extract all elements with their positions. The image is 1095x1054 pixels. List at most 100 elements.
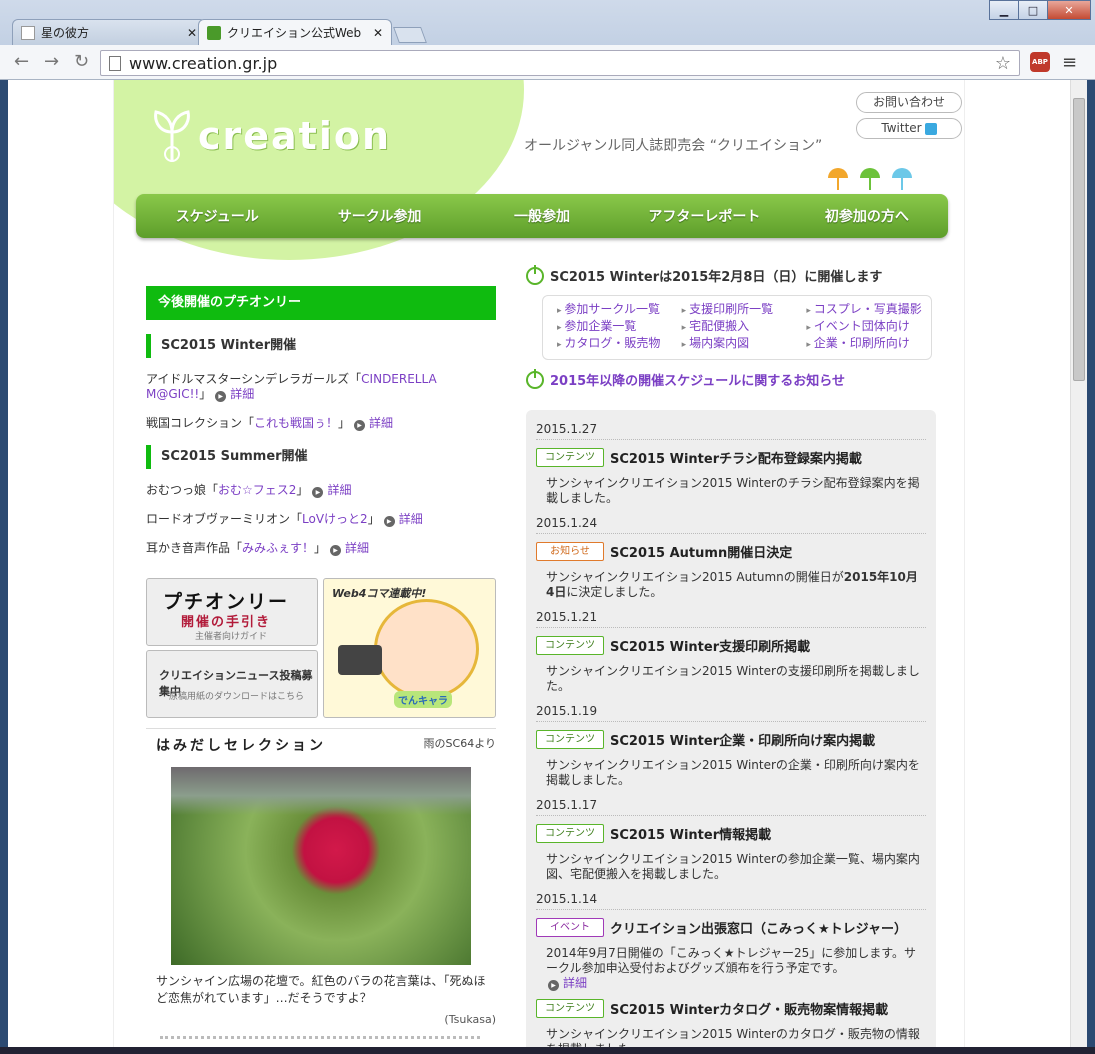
news-desc: サンシャインクリエイション2015 Winterの支援印刷所を掲載しました。 xyxy=(546,664,920,693)
news-title[interactable]: SC2015 Winterカタログ・販売物案情報掲載 xyxy=(610,999,888,1018)
event-title-link[interactable]: LoVけっと2 xyxy=(302,512,368,526)
detail-link[interactable]: 詳細 xyxy=(384,512,423,526)
news-title[interactable]: SC2015 Winter情報掲載 xyxy=(610,824,771,843)
banner-note: 主催者向けガイド xyxy=(195,632,268,642)
os-taskbar xyxy=(0,1047,1095,1054)
detail-link[interactable]: 詳細 xyxy=(215,387,254,401)
event-item: 耳かき音声作品「みみふぇす！」詳細 xyxy=(146,541,496,556)
detail-link[interactable]: 詳細 xyxy=(354,416,393,430)
tab-label: クリエイション公式Web xyxy=(227,26,362,40)
hamidashi-selection: はみだしセレクション 雨のSC64より サンシャイン広場の花壇で。紅色のバラの花言… xyxy=(146,728,496,1039)
link-cosplay[interactable]: コスプレ・写真撮影 xyxy=(806,302,931,319)
link-printers[interactable]: 支援印刷所一覧 xyxy=(682,302,807,319)
event-item: 戦国コレクション「これも戦国ぅ！」詳細 xyxy=(146,416,496,431)
event-item: おむつっ娘「おむ☆フェス2」詳細 xyxy=(146,483,496,498)
event-genre: 戦国コレクション「 xyxy=(146,416,255,430)
link-event-groups[interactable]: イベント団体向け xyxy=(806,319,931,336)
event-title-link[interactable]: これも戦国ぅ！ xyxy=(254,416,338,430)
event-bracket: 」 xyxy=(314,541,327,555)
news-item: コンテンツ SC2015 Winter支援印刷所掲載 サンシャインクリエイション20… xyxy=(536,636,926,694)
petit-only-guide-banner[interactable]: プチオンリー 開催の手引き 主催者向けガイド xyxy=(146,578,318,646)
web-comic-banner[interactable]: Web4コマ連載中! でんキャラ xyxy=(323,578,496,718)
sprout-decoration xyxy=(826,168,914,190)
news-desc: サンシャインクリエイション2015 Autumnの開催日が2015年10月4日に… xyxy=(546,570,926,600)
new-tab-button[interactable] xyxy=(393,27,427,43)
site-tagline: オールジャンル同人誌即売会 “クリエイション” xyxy=(524,138,823,154)
close-tab-icon[interactable]: ✕ xyxy=(373,26,383,40)
adblock-icon[interactable]: ABP xyxy=(1030,52,1050,72)
orange-sprout-icon xyxy=(826,168,850,190)
event-bracket: 」 xyxy=(199,387,212,401)
news-date: 2015.1.21 xyxy=(536,608,926,628)
link-delivery[interactable]: 宅配便搬入 xyxy=(682,319,807,336)
reload-icon[interactable]: ↻ xyxy=(74,51,89,72)
tab-creation[interactable]: クリエイション公式Web ✕ xyxy=(198,19,392,45)
twitter-button[interactable]: Twitter xyxy=(856,118,962,139)
power-icon xyxy=(526,264,544,285)
link-catalog[interactable]: カタログ・販売物 xyxy=(557,336,682,353)
news-date: 2015.1.19 xyxy=(536,702,926,722)
nav-schedule[interactable]: スケジュール xyxy=(136,206,298,226)
nav-general[interactable]: 一般参加 xyxy=(461,206,623,226)
headline-text: SC2015 Winterは2015年2月8日（日）に開催します xyxy=(550,270,883,285)
content-badge: コンテンツ xyxy=(536,824,604,843)
blue-sprout-icon xyxy=(890,168,914,190)
close-tab-icon[interactable]: ✕ xyxy=(187,26,197,40)
notice-text: 2015年以降の開催スケジュールに関するお知らせ xyxy=(550,374,846,389)
news-title[interactable]: SC2015 Winter支援印刷所掲載 xyxy=(610,636,810,655)
banner-area: プチオンリー 開催の手引き 主催者向けガイド クリエイションニュース投稿募集中 原稿用… xyxy=(146,578,496,718)
minimize-button[interactable]: ▁ xyxy=(989,0,1019,20)
event-title-link[interactable]: みみふぇす！ xyxy=(242,541,314,555)
banner-subtitle: 開催の手引き xyxy=(181,615,272,630)
page-viewport: creation オールジャンル同人誌即売会 “クリエイション” お問い合わせ … xyxy=(8,80,1070,1047)
desc-text: サンシャインクリエイション2015 Autumnの開催日が xyxy=(546,570,844,584)
news-item: お知らせ SC2015 Autumn開催日決定 サンシャインクリエイション2015 … xyxy=(536,542,926,600)
tab-strip: 星の彼方 ✕ クリエイション公式Web ✕ xyxy=(12,19,427,45)
news-desc: サンシャインクリエイション2015 Winterのカタログ・販売物の情報を掲載し… xyxy=(546,1027,920,1047)
forward-icon[interactable]: → xyxy=(44,51,59,72)
camera-icon xyxy=(338,645,382,675)
news-desc: サンシャインクリエイション2015 Winterの企業・印刷所向け案内を掲載しま… xyxy=(546,758,920,787)
banner-title: Web4コマ連載中! xyxy=(332,587,427,600)
nav-first-time[interactable]: 初参加の方へ xyxy=(786,206,948,226)
maximize-button[interactable]: □ xyxy=(1018,0,1048,20)
link-floor-map[interactable]: 場内案内図 xyxy=(682,336,807,353)
banner-note: 原稿用紙のダウンロードはこちら xyxy=(169,692,305,702)
site-logo[interactable]: creation xyxy=(152,108,391,164)
link-circle-list[interactable]: 参加サークル一覧 xyxy=(557,302,682,319)
close-window-button[interactable]: ✕ xyxy=(1047,0,1091,20)
nav-circle[interactable]: サークル参加 xyxy=(298,206,460,226)
photo-caption: サンシャイン広場の花壇で。紅色のバラの花言葉は、「死ぬほど恋焦がれています」…だ… xyxy=(156,974,486,1005)
scroll-thumb[interactable] xyxy=(1073,98,1085,381)
power-icon xyxy=(526,368,544,389)
divider xyxy=(160,1036,480,1039)
tab-hoshi[interactable]: 星の彼方 ✕ xyxy=(12,19,206,45)
desc-text: に決定しました。 xyxy=(566,585,663,599)
detail-link[interactable]: 詳細 xyxy=(312,483,351,497)
link-company-list[interactable]: 参加企業一覧 xyxy=(557,319,682,336)
event-title-link[interactable]: おむ☆フェス2 xyxy=(218,483,296,497)
left-column: 今後開催のプチオンリー SC2015 Winter開催 アイドルマスターシンデレ… xyxy=(146,286,496,556)
back-icon[interactable]: ← xyxy=(14,51,29,72)
right-column: SC2015 Winterは2015年2月8日（日）に開催します 参加サークル一… xyxy=(526,264,936,389)
twitter-label: Twitter xyxy=(881,121,922,135)
news-title[interactable]: SC2015 Winter企業・印刷所向け案内掲載 xyxy=(610,730,875,749)
detail-link[interactable]: 詳細 xyxy=(330,541,369,555)
bookmark-star-icon[interactable]: ☆ xyxy=(995,53,1011,74)
news-title[interactable]: SC2015 Winterチラシ配布登録案内掲載 xyxy=(610,448,862,467)
menu-icon[interactable]: ≡ xyxy=(1062,52,1077,73)
link-companies[interactable]: 企業・印刷所向け xyxy=(806,336,931,353)
upcoming-heading: 今後開催のプチオンリー xyxy=(146,286,496,320)
event-genre: アイドルマスターシンデレラガールズ「 xyxy=(146,372,362,386)
vertical-scrollbar[interactable] xyxy=(1070,80,1087,1047)
news-title[interactable]: SC2015 Autumn開催日決定 xyxy=(610,542,792,561)
address-bar[interactable]: www.creation.gr.jp ☆ xyxy=(100,50,1020,76)
contact-button[interactable]: お問い合わせ xyxy=(856,92,962,113)
news-title[interactable]: クリエイション出張窓口（こみっく★トレジャー） xyxy=(610,918,907,937)
news-submission-banner[interactable]: クリエイションニュース投稿募集中 原稿用紙のダウンロードはこちら xyxy=(146,650,318,718)
detail-link[interactable]: 詳細 xyxy=(548,976,587,990)
window-controls: ▁ □ ✕ xyxy=(989,0,1091,20)
schedule-notice[interactable]: 2015年以降の開催スケジュールに関するお知らせ xyxy=(526,368,936,389)
green-sprout-icon xyxy=(858,168,882,190)
nav-after-report[interactable]: アフターレポート xyxy=(623,206,785,226)
